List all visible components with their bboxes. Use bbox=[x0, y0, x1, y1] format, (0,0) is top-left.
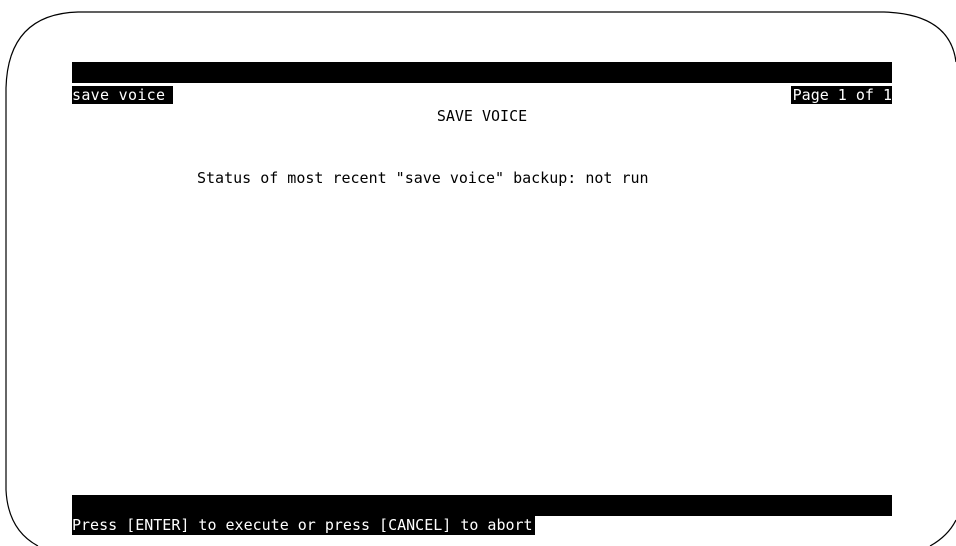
message-bar bbox=[72, 495, 892, 516]
page-title: SAVE VOICE bbox=[436, 107, 528, 125]
terminal-display: remove tape save voice Page 1 of 1 SAVE … bbox=[72, 62, 892, 537]
backup-status-text: Status of most recent "save voice" backu… bbox=[197, 169, 649, 187]
page-indicator: Page 1 of 1 bbox=[790, 86, 892, 104]
command-bar: remove tape bbox=[72, 62, 892, 102]
footer-instruction: Press [ENTER] to execute or press [CANCE… bbox=[72, 516, 535, 535]
command-line-save-voice: save voice bbox=[72, 86, 174, 104]
